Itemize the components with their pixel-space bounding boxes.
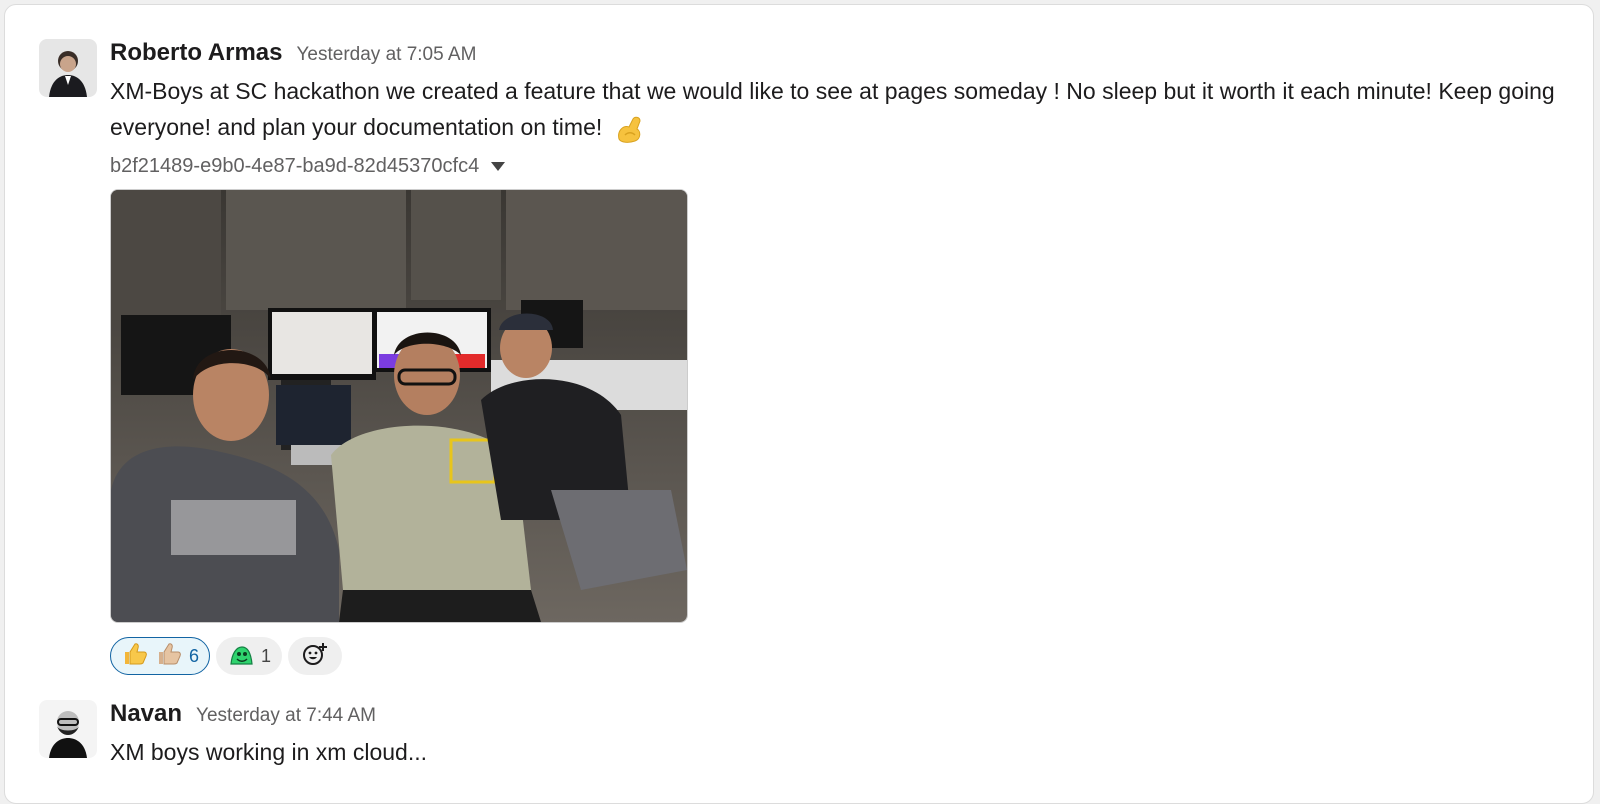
add-reaction-button[interactable] xyxy=(288,637,343,675)
message-body: XM-Boys at SC hackathon we created a fea… xyxy=(110,78,1555,140)
message-pane: Roberto Armas Yesterday at 7:05 AM XM-Bo… xyxy=(4,4,1594,804)
reaction-count: 6 xyxy=(189,645,200,666)
chevron-down-icon[interactable] xyxy=(491,161,506,171)
flexed-biceps-icon xyxy=(613,113,645,145)
author-name[interactable]: Roberto Armas xyxy=(110,39,282,67)
thumbs-up-light-skin-icon xyxy=(155,640,183,673)
green-mascot-icon xyxy=(227,640,255,673)
image-attachment[interactable] xyxy=(110,189,688,623)
reaction-thumbs-up[interactable]: 6 xyxy=(110,637,211,675)
avatar[interactable] xyxy=(39,39,97,97)
add-emoji-icon xyxy=(301,640,329,673)
message-body: XM boys working in xm cloud... xyxy=(110,739,428,765)
timestamp[interactable]: Yesterday at 7:44 AM xyxy=(196,705,376,727)
timestamp[interactable]: Yesterday at 7:05 AM xyxy=(296,44,476,66)
avatar[interactable] xyxy=(39,700,97,758)
reaction-mascot[interactable]: 1 xyxy=(216,637,283,675)
thumbs-up-icon xyxy=(121,640,149,673)
message-text: XM-Boys at SC hackathon we created a fea… xyxy=(110,73,1575,145)
author-name[interactable]: Navan xyxy=(110,700,182,728)
file-header: b2f21489-e9b0-4e87-ba9d-82d45370cfc4 xyxy=(110,151,1575,181)
reactions-bar: 6 1 xyxy=(110,637,1575,675)
file-name[interactable]: b2f21489-e9b0-4e87-ba9d-82d45370cfc4 xyxy=(110,155,479,178)
reaction-count: 1 xyxy=(261,645,272,666)
